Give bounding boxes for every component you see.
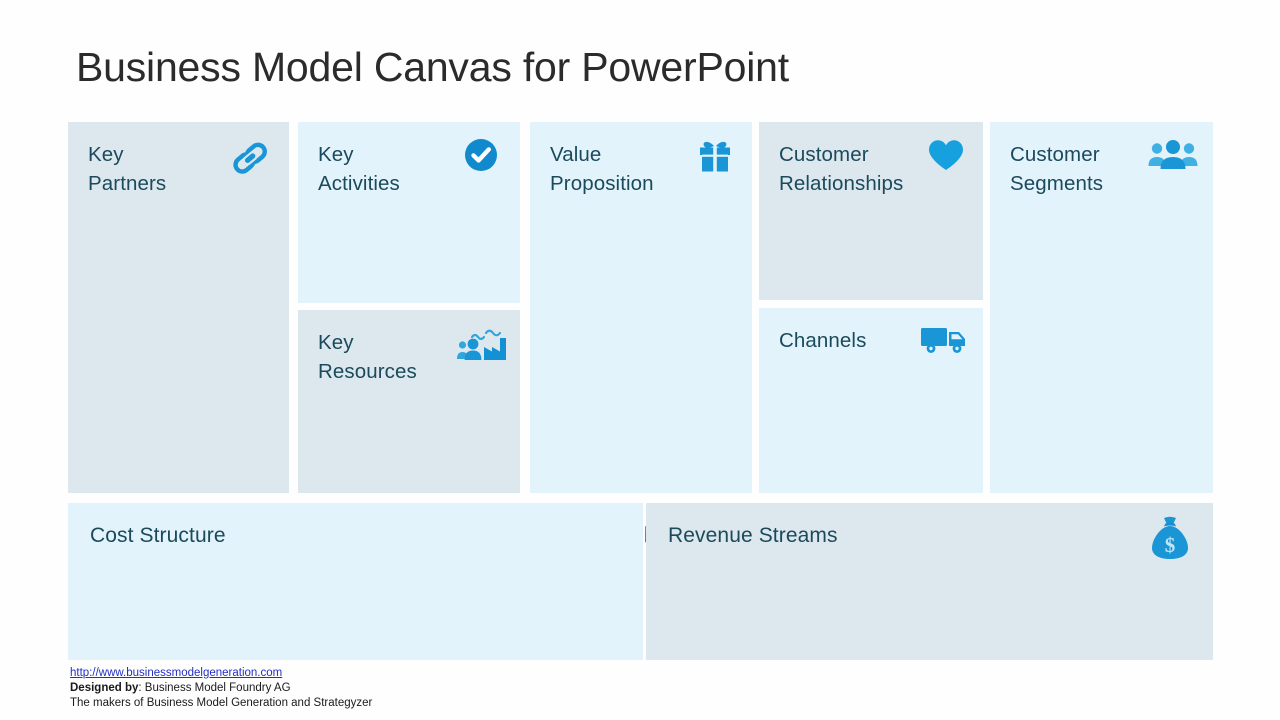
credit-tagline: The makers of Business Model Generation … xyxy=(70,697,373,710)
designed-by-value: Business Model Foundry AG xyxy=(144,682,291,695)
gift-box-icon xyxy=(692,136,738,182)
panel-title-channels: Channels xyxy=(779,329,867,352)
panel-title-value-proposition: Value Proposition xyxy=(550,143,654,195)
page-title: Business Model Canvas for PowerPoint xyxy=(76,44,789,90)
panel-title-customer-segments: Customer Segments xyxy=(1010,143,1104,195)
panel-value-proposition[interactable]: Value Proposition xyxy=(530,122,752,493)
credit-url-line[interactable]: http://www.businessmodelgeneration.com xyxy=(70,666,670,681)
svg-text:$: $ xyxy=(1165,533,1176,557)
delivery-truck-icon xyxy=(919,322,969,368)
panel-channels[interactable]: Channels xyxy=(759,308,983,493)
panel-key-activities[interactable]: Key Activities xyxy=(298,122,520,303)
credit-designed-by-line: Designed by: Business Model Foundry AG xyxy=(70,681,670,696)
panel-revenue-streams[interactable]: Revenue Streams $ xyxy=(646,503,1213,660)
designed-by-label: Designed by xyxy=(70,682,139,695)
chain-link-icon xyxy=(227,138,273,184)
money-bag-icon: $ xyxy=(1147,515,1193,561)
panel-title-key-resources: Key Resources xyxy=(318,331,417,383)
panel-title-revenue-streams: Revenue Streams xyxy=(668,524,838,547)
panel-cost-structure[interactable]: Cost Structure xyxy=(68,503,679,660)
slide-canvas: Business Model Canvas for PowerPoint Key… xyxy=(0,0,1280,720)
people-group-icon xyxy=(1147,138,1199,184)
panel-title-customer-relationships: Customer Relationships xyxy=(779,143,904,195)
panel-customer-segments[interactable]: Customer Segments xyxy=(990,122,1213,493)
panel-customer-relationships[interactable]: Customer Relationships xyxy=(759,122,983,300)
business-model-canvas-grid: Key Partners Key Activities Key Resource… xyxy=(68,122,1213,660)
panel-key-partners[interactable]: Key Partners xyxy=(68,122,289,493)
business-model-generation-link[interactable]: http://www.businessmodelgeneration.com xyxy=(70,666,282,681)
people-factory-icon xyxy=(456,324,508,370)
panel-title-cost-structure: Cost Structure xyxy=(90,524,226,547)
heart-icon xyxy=(923,138,969,184)
footer-credits: http://www.businessmodelgeneration.com D… xyxy=(70,666,670,712)
panel-title-key-partners: Key Partners xyxy=(88,143,167,195)
check-circle-icon xyxy=(458,138,504,184)
panel-key-resources[interactable]: Key Resources xyxy=(298,310,520,493)
panel-title-key-activities: Key Activities xyxy=(318,143,400,195)
